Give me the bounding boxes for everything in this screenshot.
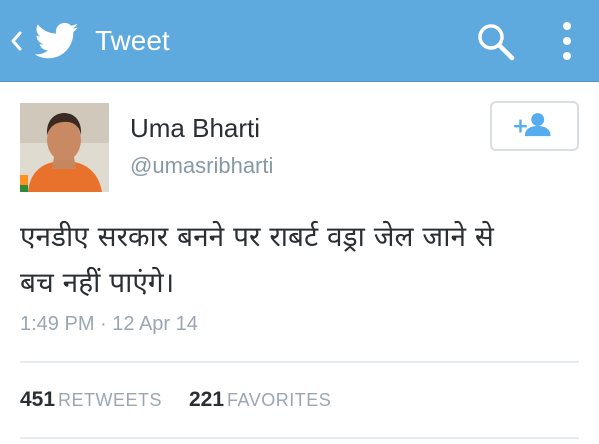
back-chevron-icon[interactable] (9, 29, 23, 53)
more-vertical-icon[interactable] (555, 18, 579, 64)
tweet-text-line-2: बच नहीं पाएंगे। (20, 266, 175, 299)
tweet-text-line-1: एनडीए सरकार बनने पर राबर्ट वड्रा जेल जान… (20, 220, 494, 253)
author-handle[interactable]: @umasribharti (130, 153, 273, 179)
tweet-text: एनडीए सरकार बनने पर राबर्ट वड्रा जेल जान… (20, 214, 590, 306)
page-title: Tweet (95, 25, 170, 56)
twitter-bird-icon[interactable] (35, 22, 79, 60)
profile-photo (20, 103, 109, 192)
retweets-label: RETWEETS (58, 390, 163, 410)
tweet-stats: 451 RETWEETS 221 FAVORITES (20, 388, 331, 412)
avatar[interactable] (20, 103, 109, 192)
divider-bottom (20, 437, 579, 439)
favorites-stat[interactable]: 221 FAVORITES (189, 388, 332, 411)
author-name[interactable]: Uma Bharti (130, 113, 260, 144)
favorites-label: FAVORITES (227, 390, 332, 410)
divider (20, 361, 579, 363)
follow-add-user-icon: + (512, 113, 551, 137)
follow-button[interactable]: + (490, 101, 579, 151)
retweets-count: 451 (20, 388, 56, 411)
top-app-bar: Tweet (0, 0, 599, 82)
favorites-count: 221 (188, 388, 225, 411)
retweets-stat[interactable]: 451 RETWEETS (20, 388, 167, 411)
tweet-timestamp: 1:49 PM · 12 Apr 14 (20, 313, 198, 335)
search-icon[interactable] (474, 20, 518, 64)
